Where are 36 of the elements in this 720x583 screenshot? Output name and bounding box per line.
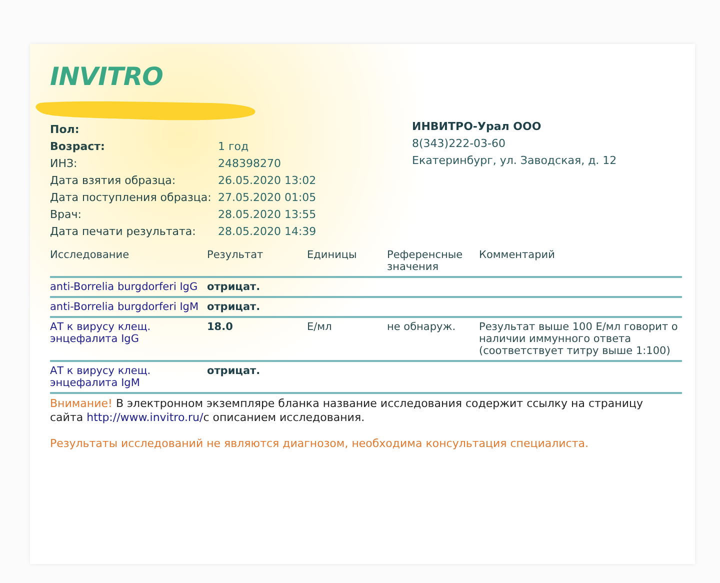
field-label: Дата печати результата:	[50, 224, 197, 240]
field-value: 1 год	[218, 139, 250, 155]
notice-text: Внимание! В электронном экземпляре бланка название исследования содержит ссылку на страницу сайта http://www.invitro.ru/с описанием исследования.	[50, 397, 644, 425]
field-label: ИНЗ:	[50, 156, 78, 172]
result-cell-text: отрицат.	[207, 365, 262, 379]
field-value: 248398270	[218, 156, 282, 172]
site-link[interactable]: http://www.invitro.ru/	[86, 411, 204, 424]
field-value: 27.05.2020 01:05	[218, 190, 318, 206]
test-name-link[interactable]: anti-Borrelia burgdorferi IgG	[50, 281, 207, 293]
field-label: Дата поступления образца:	[50, 190, 212, 206]
column-header: Результат	[207, 249, 264, 263]
column-header: Комментарий	[479, 249, 556, 263]
comment-cell-text: Результат выше 100 Е/мл говорит о наличии иммунного ответа (соответствует титру выше 1:100)	[479, 321, 679, 357]
field-label: Возраст:	[50, 139, 106, 155]
result-cell-text: отрицат.	[207, 301, 262, 313]
test-name-link[interactable]: АТ к вирусу клещ. энцефалита IgG	[50, 321, 207, 357]
logo: INVITRO	[50, 62, 164, 93]
reference-cell-text: не обнаруж.	[387, 321, 457, 335]
field-label: Пол:	[50, 122, 80, 138]
disclaimer-text: Результаты исследований не являются диагнозом, необходима консультация специалиста.	[50, 437, 590, 450]
result-cell-text: отрицат.	[207, 281, 262, 293]
units-cell-text: Е/мл	[307, 321, 333, 335]
lab-address: Екатеринбург, ул. Заводская, д. 12	[412, 153, 617, 169]
column-header: Единицы	[307, 249, 358, 263]
test-name-link[interactable]: АТ к вирусу клещ. энцефалита IgM	[50, 365, 207, 389]
field-value: 28.05.2020 13:55	[218, 207, 318, 223]
lab-name: ИНВИТРО-Урал ООО	[412, 119, 542, 135]
field-label: Врач:	[50, 207, 82, 223]
test-name-link[interactable]: anti-Borrelia burgdorferi IgM	[50, 301, 207, 313]
field-value: 28.05.2020 14:39	[218, 224, 318, 240]
lab-phone: 8(343)222-03-60	[412, 136, 507, 152]
column-header: Референсные значения	[387, 249, 464, 273]
field-value: 26.05.2020 13:02	[218, 173, 318, 189]
result-cell-text: 18.0	[207, 321, 234, 335]
column-header: Исследование	[50, 249, 130, 263]
field-label: Дата взятия образца:	[50, 173, 177, 189]
